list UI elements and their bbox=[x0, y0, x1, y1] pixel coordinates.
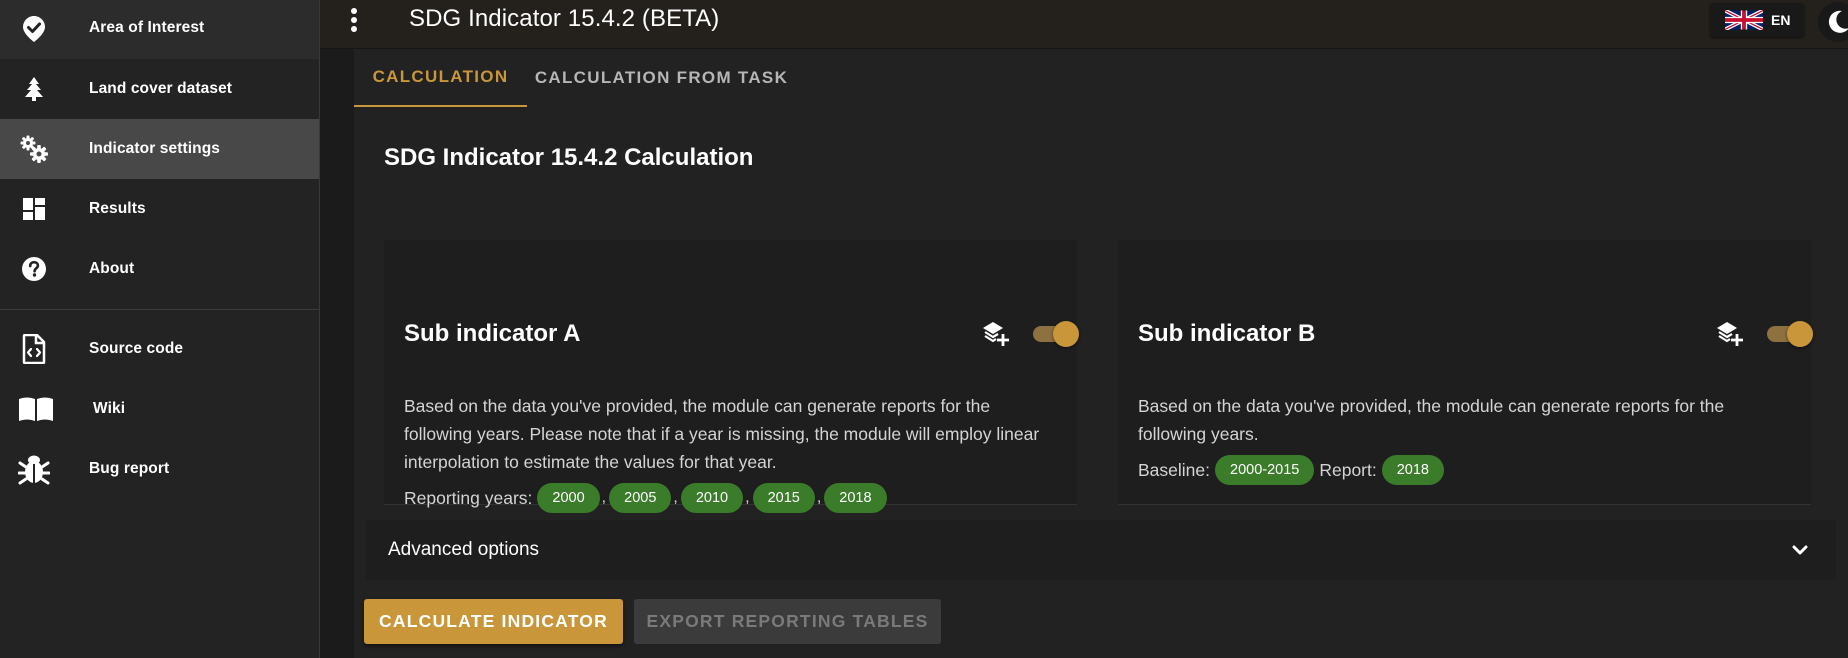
year-chip: 2015 bbox=[752, 483, 815, 513]
theme-toggle-button[interactable] bbox=[1818, 2, 1848, 42]
calculate-indicator-button[interactable]: CALCULATE INDICATOR bbox=[364, 599, 623, 644]
sidebar-item-label: Source code bbox=[89, 340, 184, 357]
add-layer-icon[interactable] bbox=[982, 320, 1010, 348]
shield-check-icon bbox=[19, 14, 49, 44]
sub-indicator-a-card: Sub indicator A Based on the data you've… bbox=[384, 240, 1079, 513]
sidebar-item-label: Bug report bbox=[89, 460, 170, 477]
tab-calculation-from-task[interactable]: CALCULATION FROM TASK bbox=[527, 49, 796, 107]
card-description: Based on the data you've provided, the m… bbox=[1138, 396, 1725, 444]
tree-icon bbox=[19, 74, 49, 104]
card-description: Based on the data you've provided, the m… bbox=[404, 396, 1040, 472]
reporting-years-label: Reporting years: bbox=[404, 487, 533, 508]
advanced-options-label: Advanced options bbox=[388, 539, 540, 560]
card-title: Sub indicator B bbox=[1138, 320, 1316, 347]
sidebar-item-label: Results bbox=[89, 200, 146, 217]
advanced-options-panel[interactable]: Advanced options bbox=[366, 520, 1836, 580]
sidebar-item-indicator-settings[interactable]: Indicator settings bbox=[0, 119, 319, 179]
sub-indicator-b-toggle[interactable] bbox=[1765, 320, 1815, 348]
baseline-chip: 2000-2015 bbox=[1215, 455, 1315, 485]
toggle-thumb bbox=[1787, 321, 1813, 347]
sidebar-item-about[interactable]: About bbox=[0, 239, 319, 299]
main-panel: CALCULATION CALCULATION FROM TASK SDG In… bbox=[354, 49, 1848, 658]
card-title: Sub indicator A bbox=[404, 320, 581, 347]
year-chip: 2018 bbox=[824, 483, 887, 513]
baseline-report-row: Baseline: 2000-2015 Report: 2018 bbox=[1138, 455, 1444, 485]
sidebar-divider bbox=[0, 309, 319, 310]
tab-calculation[interactable]: CALCULATION bbox=[354, 49, 527, 107]
page-title: SDG Indicator 15.4.2 Calculation bbox=[384, 144, 754, 171]
sidebar-item-label: Indicator settings bbox=[89, 140, 220, 157]
sidebar-item-area-of-interest[interactable]: Area of Interest bbox=[0, 0, 319, 59]
reporting-years-row: Reporting years: 2000, 2005, 2010, 2015,… bbox=[404, 483, 887, 513]
sidebar-item-label: Area of Interest bbox=[89, 19, 205, 36]
tab-bar: CALCULATION CALCULATION FROM TASK bbox=[354, 49, 1848, 107]
help-circle-icon bbox=[19, 254, 49, 284]
year-chip: 2005 bbox=[609, 483, 672, 513]
sidebar: Area of Interest Land cover dataset Indi… bbox=[0, 0, 320, 658]
year-chip: 2000 bbox=[537, 483, 600, 513]
sidebar-item-label: About bbox=[89, 260, 135, 277]
year-chip: 2010 bbox=[680, 483, 744, 513]
book-icon bbox=[18, 394, 54, 424]
sidebar-item-label: Wiki bbox=[93, 400, 126, 417]
language-code: EN bbox=[1771, 12, 1791, 28]
dashboard-icon bbox=[19, 194, 49, 224]
sub-indicator-a-toggle[interactable] bbox=[1031, 320, 1081, 348]
report-label: Report: bbox=[1319, 459, 1377, 480]
export-reporting-tables-button[interactable]: EXPORT REPORTING TABLES bbox=[634, 599, 941, 644]
more-vertical-icon[interactable] bbox=[346, 6, 362, 34]
sidebar-item-wiki[interactable]: Wiki bbox=[0, 379, 319, 439]
baseline-label: Baseline: bbox=[1138, 459, 1210, 480]
top-bar: SDG Indicator 15.4.2 (BETA) EN bbox=[320, 0, 1848, 49]
add-layer-icon[interactable] bbox=[1716, 320, 1744, 348]
sidebar-item-label: Land cover dataset bbox=[89, 80, 233, 97]
moon-icon bbox=[1825, 9, 1848, 35]
bug-icon bbox=[18, 453, 50, 485]
language-selector[interactable]: EN bbox=[1710, 3, 1804, 37]
gears-icon bbox=[19, 134, 49, 164]
sidebar-item-bug-report[interactable]: Bug report bbox=[0, 439, 319, 499]
chevron-down-icon[interactable] bbox=[1786, 536, 1814, 564]
toggle-thumb bbox=[1053, 321, 1079, 347]
sidebar-item-source-code[interactable]: Source code bbox=[0, 319, 319, 379]
sidebar-item-land-cover[interactable]: Land cover dataset bbox=[0, 59, 319, 119]
report-chip: 2018 bbox=[1381, 455, 1444, 485]
code-file-icon bbox=[19, 334, 49, 364]
uk-flag-icon bbox=[1724, 8, 1764, 32]
sidebar-item-results[interactable]: Results bbox=[0, 179, 319, 239]
sub-indicator-b-card: Sub indicator B Based on the data you've… bbox=[1118, 240, 1813, 505]
app-title: SDG Indicator 15.4.2 (BETA) bbox=[409, 5, 720, 32]
